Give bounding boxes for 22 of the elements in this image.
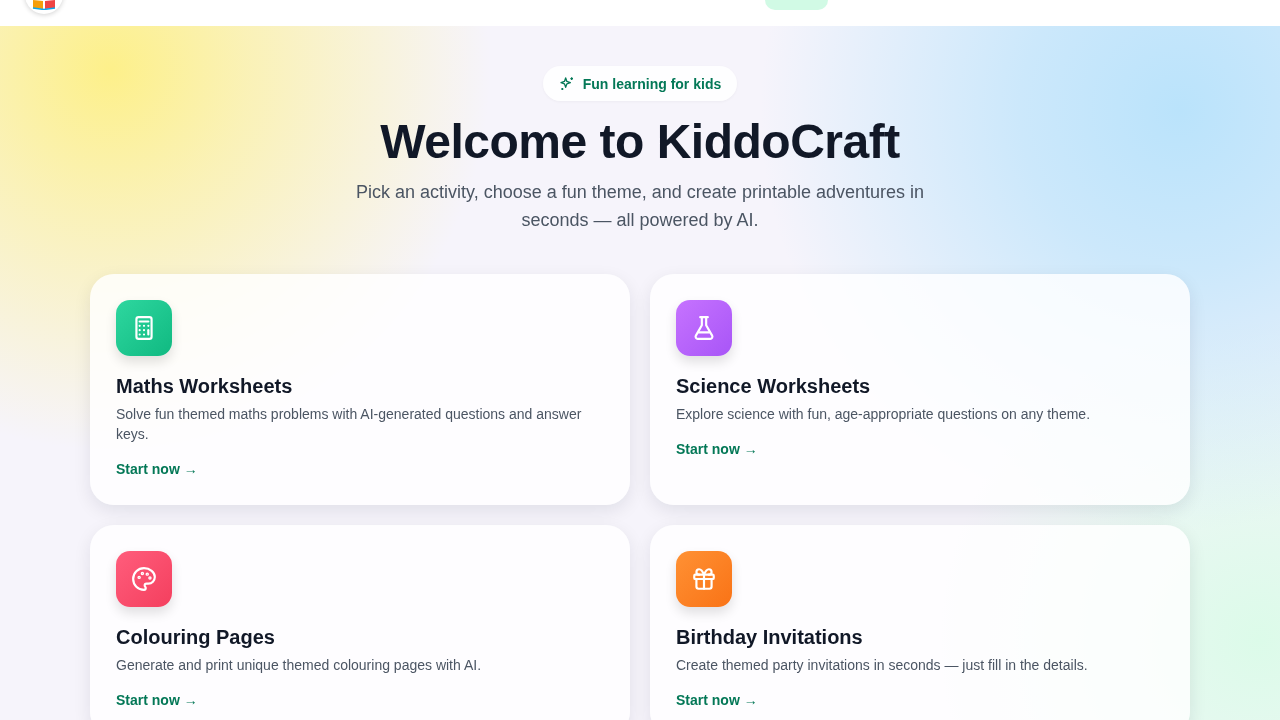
badge-label: Fun learning for kids [582, 75, 722, 92]
activity-card[interactable]: Colouring Pages Generate and print unique themed colouring pages with AI. Start now → [90, 525, 630, 720]
card-description: Generate and print unique themed colouring pages with AI. [116, 656, 483, 675]
card-description: Explore science with fun, age-appropriate questions on any theme. [676, 405, 1092, 424]
start-now-link[interactable]: Start now → [116, 690, 198, 710]
activity-card[interactable]: Science Worksheets Explore science with fun, age-appropriate questions on any theme. Start now → [650, 274, 1190, 505]
activity-card[interactable]: Birthday Invitations Create themed party invitations in seconds — just fill in the details. Start now → [650, 525, 1190, 720]
card-title: Birthday Invitations [676, 625, 864, 650]
sparkles-icon [558, 75, 575, 92]
activity-card[interactable]: Maths Worksheets Solve fun themed maths problems with AI-generated questions and answer keys. Start now → [90, 274, 630, 505]
gift-icon [691, 566, 717, 592]
start-now-link[interactable]: Start now → [676, 690, 758, 710]
card-title: Maths Worksheets [116, 374, 294, 399]
card-description: Create themed party invitations in seconds — just fill in the details. [676, 656, 1089, 675]
page-title: Welcome to KiddoCraft [380, 114, 900, 170]
page-subtitle: Pick an activity, choose a fun theme, and create printable adventures in seconds — all powered by AI. [355, 181, 925, 232]
start-now-link[interactable]: Start now → [116, 459, 198, 479]
start-now-link[interactable]: Start now → [676, 439, 758, 459]
card-title: Colouring Pages [116, 625, 276, 650]
card-description: Solve fun themed maths problems with AI-generated questions and answer keys. [116, 405, 583, 444]
card-title: Science Worksheets [676, 374, 872, 399]
palette-icon [131, 566, 157, 592]
